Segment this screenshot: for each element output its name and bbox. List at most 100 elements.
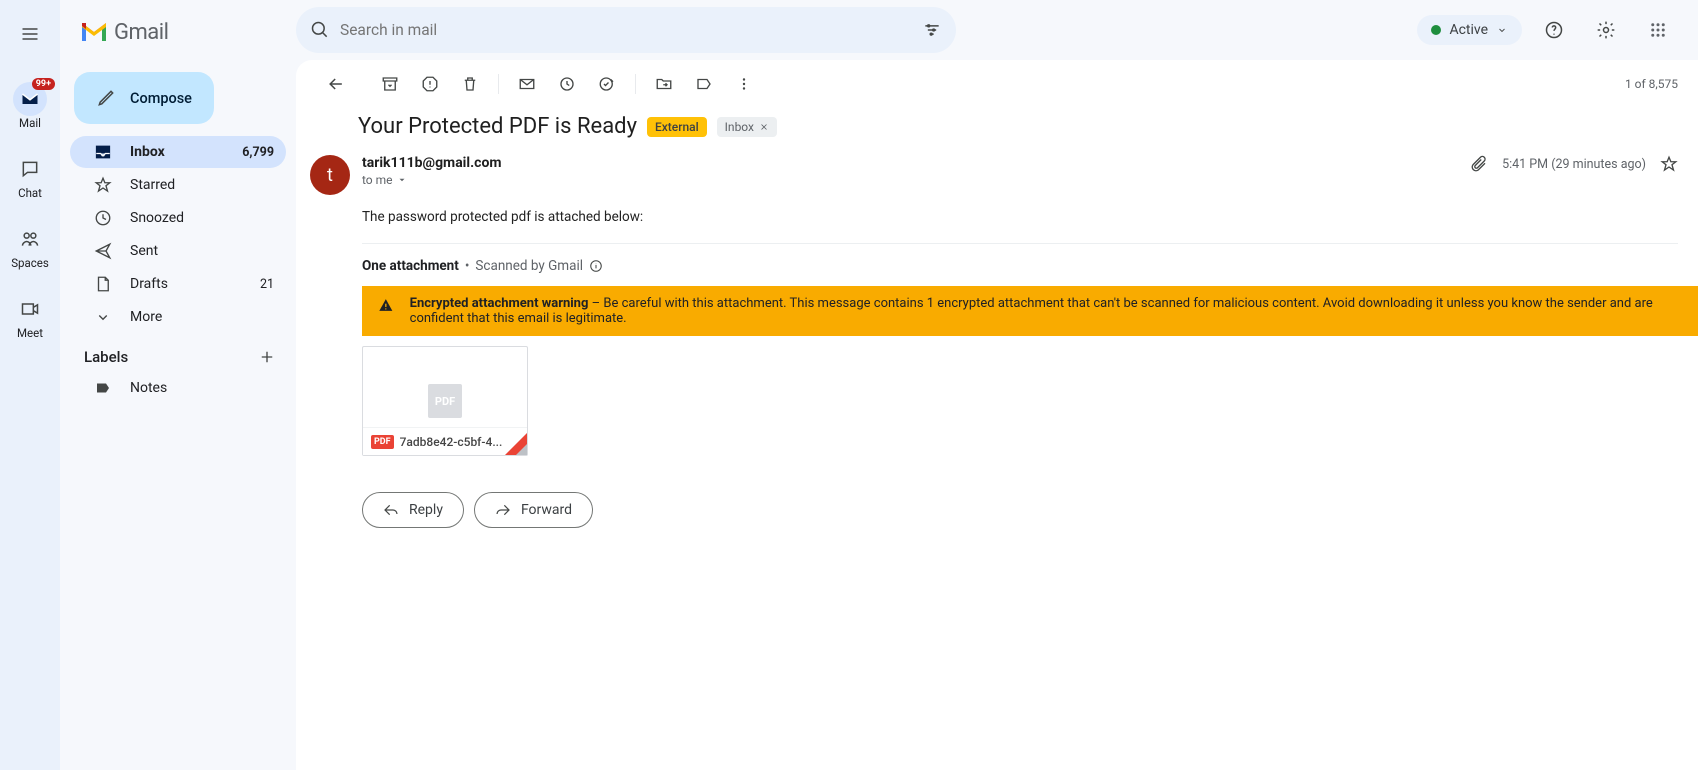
add-task-button[interactable]	[587, 64, 627, 104]
gear-icon	[1596, 20, 1616, 40]
support-button[interactable]	[1534, 10, 1574, 50]
fold-corner2-icon	[516, 444, 527, 455]
reply-label: Reply	[409, 502, 443, 518]
recipient-row[interactable]: to me	[362, 173, 501, 187]
caret-down-icon	[397, 175, 407, 185]
mark-unread-button[interactable]	[507, 64, 547, 104]
attachment-filename: 7adb8e42-c5bf-4...	[400, 435, 519, 449]
labels-button[interactable]	[684, 64, 724, 104]
nav-inbox-label: Inbox	[130, 144, 165, 160]
status-text: Active	[1449, 22, 1488, 38]
nav-inbox[interactable]: Inbox 6,799	[70, 136, 286, 168]
settings-button[interactable]	[1586, 10, 1626, 50]
sender-avatar[interactable]: t	[310, 155, 350, 195]
attachment-tile[interactable]: PDF PDF 7adb8e42-c5bf-4...	[362, 346, 528, 456]
apps-button[interactable]	[1638, 10, 1678, 50]
envelope-icon	[518, 75, 536, 93]
nav-drafts[interactable]: Drafts 21	[70, 268, 286, 300]
rail-chat[interactable]: Chat	[4, 144, 56, 214]
search-input[interactable]	[340, 21, 912, 39]
nav-inbox-count: 6,799	[242, 145, 274, 160]
move-button[interactable]	[644, 64, 684, 104]
rail-spaces-label: Spaces	[11, 256, 49, 270]
plus-icon[interactable]	[258, 348, 276, 366]
file-icon	[94, 275, 112, 293]
nav-more[interactable]: More	[70, 301, 286, 333]
snooze-button[interactable]	[547, 64, 587, 104]
status-pill[interactable]: Active	[1417, 15, 1522, 45]
more-actions-button[interactable]	[724, 64, 764, 104]
search-icon	[310, 20, 330, 40]
attachment-count: One attachment	[362, 258, 459, 274]
nav-snoozed[interactable]: Snoozed	[70, 202, 286, 234]
forward-icon	[495, 502, 511, 518]
label-icon	[695, 75, 713, 93]
labels-header-text: Labels	[84, 348, 128, 366]
spaces-icon	[20, 229, 40, 249]
recipient-text: to me	[362, 173, 393, 187]
reply-button[interactable]: Reply	[362, 492, 464, 528]
help-icon	[1544, 20, 1564, 40]
send-icon	[94, 242, 112, 260]
back-button[interactable]	[316, 64, 356, 104]
chat-icon	[20, 159, 40, 179]
forward-button[interactable]: Forward	[474, 492, 593, 528]
report-spam-icon	[421, 75, 439, 93]
attachment-header: One attachment • Scanned by Gmail	[296, 244, 1698, 282]
main-menu-button[interactable]	[10, 14, 50, 54]
add-task-icon	[598, 75, 616, 93]
gmail-logo[interactable]: Gmail	[60, 8, 296, 56]
email-subject: Your Protected PDF is Ready	[358, 114, 637, 139]
app-rail: 99+ Mail Chat Spaces Meet	[0, 0, 60, 770]
rail-mail-label: Mail	[19, 116, 41, 130]
inbox-icon	[94, 143, 112, 161]
inbox-chip[interactable]: Inbox	[717, 117, 777, 137]
search-bar[interactable]	[296, 7, 956, 53]
warning-icon	[378, 296, 394, 314]
mail-icon	[20, 89, 40, 109]
unread-badge: 99+	[32, 78, 55, 90]
info-icon[interactable]	[589, 259, 603, 273]
nav-starred[interactable]: Starred	[70, 169, 286, 201]
close-icon	[759, 122, 769, 132]
search-options-icon[interactable]	[922, 20, 942, 40]
arrow-left-icon	[326, 74, 346, 94]
clock-icon	[558, 75, 576, 93]
clock-icon	[94, 209, 112, 227]
gmail-wordmark: Gmail	[114, 20, 168, 45]
chevron-down-icon	[1496, 24, 1508, 36]
inbox-chip-label: Inbox	[725, 120, 754, 134]
topbar: Active	[296, 0, 1698, 60]
scanned-by-label: Scanned by Gmail	[475, 258, 583, 274]
apps-grid-icon	[1649, 21, 1667, 39]
archive-button[interactable]	[370, 64, 410, 104]
nav-more-label: More	[130, 309, 162, 325]
warning-text: – Be careful with this attachment. This …	[410, 296, 1653, 326]
star-outline-icon[interactable]	[1660, 155, 1678, 173]
nav-sent[interactable]: Sent	[70, 235, 286, 267]
pagination-text: 1 of 8,575	[1625, 77, 1678, 91]
rail-mail[interactable]: 99+ Mail	[4, 74, 56, 144]
trash-icon	[461, 75, 479, 93]
rail-spaces[interactable]: Spaces	[4, 214, 56, 284]
more-vert-icon	[735, 75, 753, 93]
delete-button[interactable]	[450, 64, 490, 104]
spam-button[interactable]	[410, 64, 450, 104]
nav-drafts-label: Drafts	[130, 276, 168, 292]
message-toolbar: 1 of 8,575	[296, 60, 1698, 108]
sender-email: tarik111b@gmail.com	[362, 155, 501, 171]
gmail-logo-icon	[80, 21, 108, 43]
timestamp: 5:41 PM (29 minutes ago)	[1502, 157, 1646, 172]
sidebar: Gmail Compose Inbox 6,799 Starred Snooze…	[60, 0, 296, 770]
warning-title: Encrypted attachment warning	[410, 296, 589, 311]
rail-chat-label: Chat	[18, 186, 42, 200]
message-panel: 1 of 8,575 Your Protected PDF is Ready E…	[296, 60, 1698, 770]
rail-meet[interactable]: Meet	[4, 284, 56, 354]
compose-button[interactable]: Compose	[74, 72, 214, 124]
meet-icon	[20, 299, 40, 319]
status-dot-icon	[1431, 25, 1441, 35]
archive-icon	[381, 75, 399, 93]
hamburger-icon	[20, 24, 40, 44]
chevron-down-icon	[94, 308, 112, 326]
label-notes[interactable]: Notes	[70, 372, 286, 404]
